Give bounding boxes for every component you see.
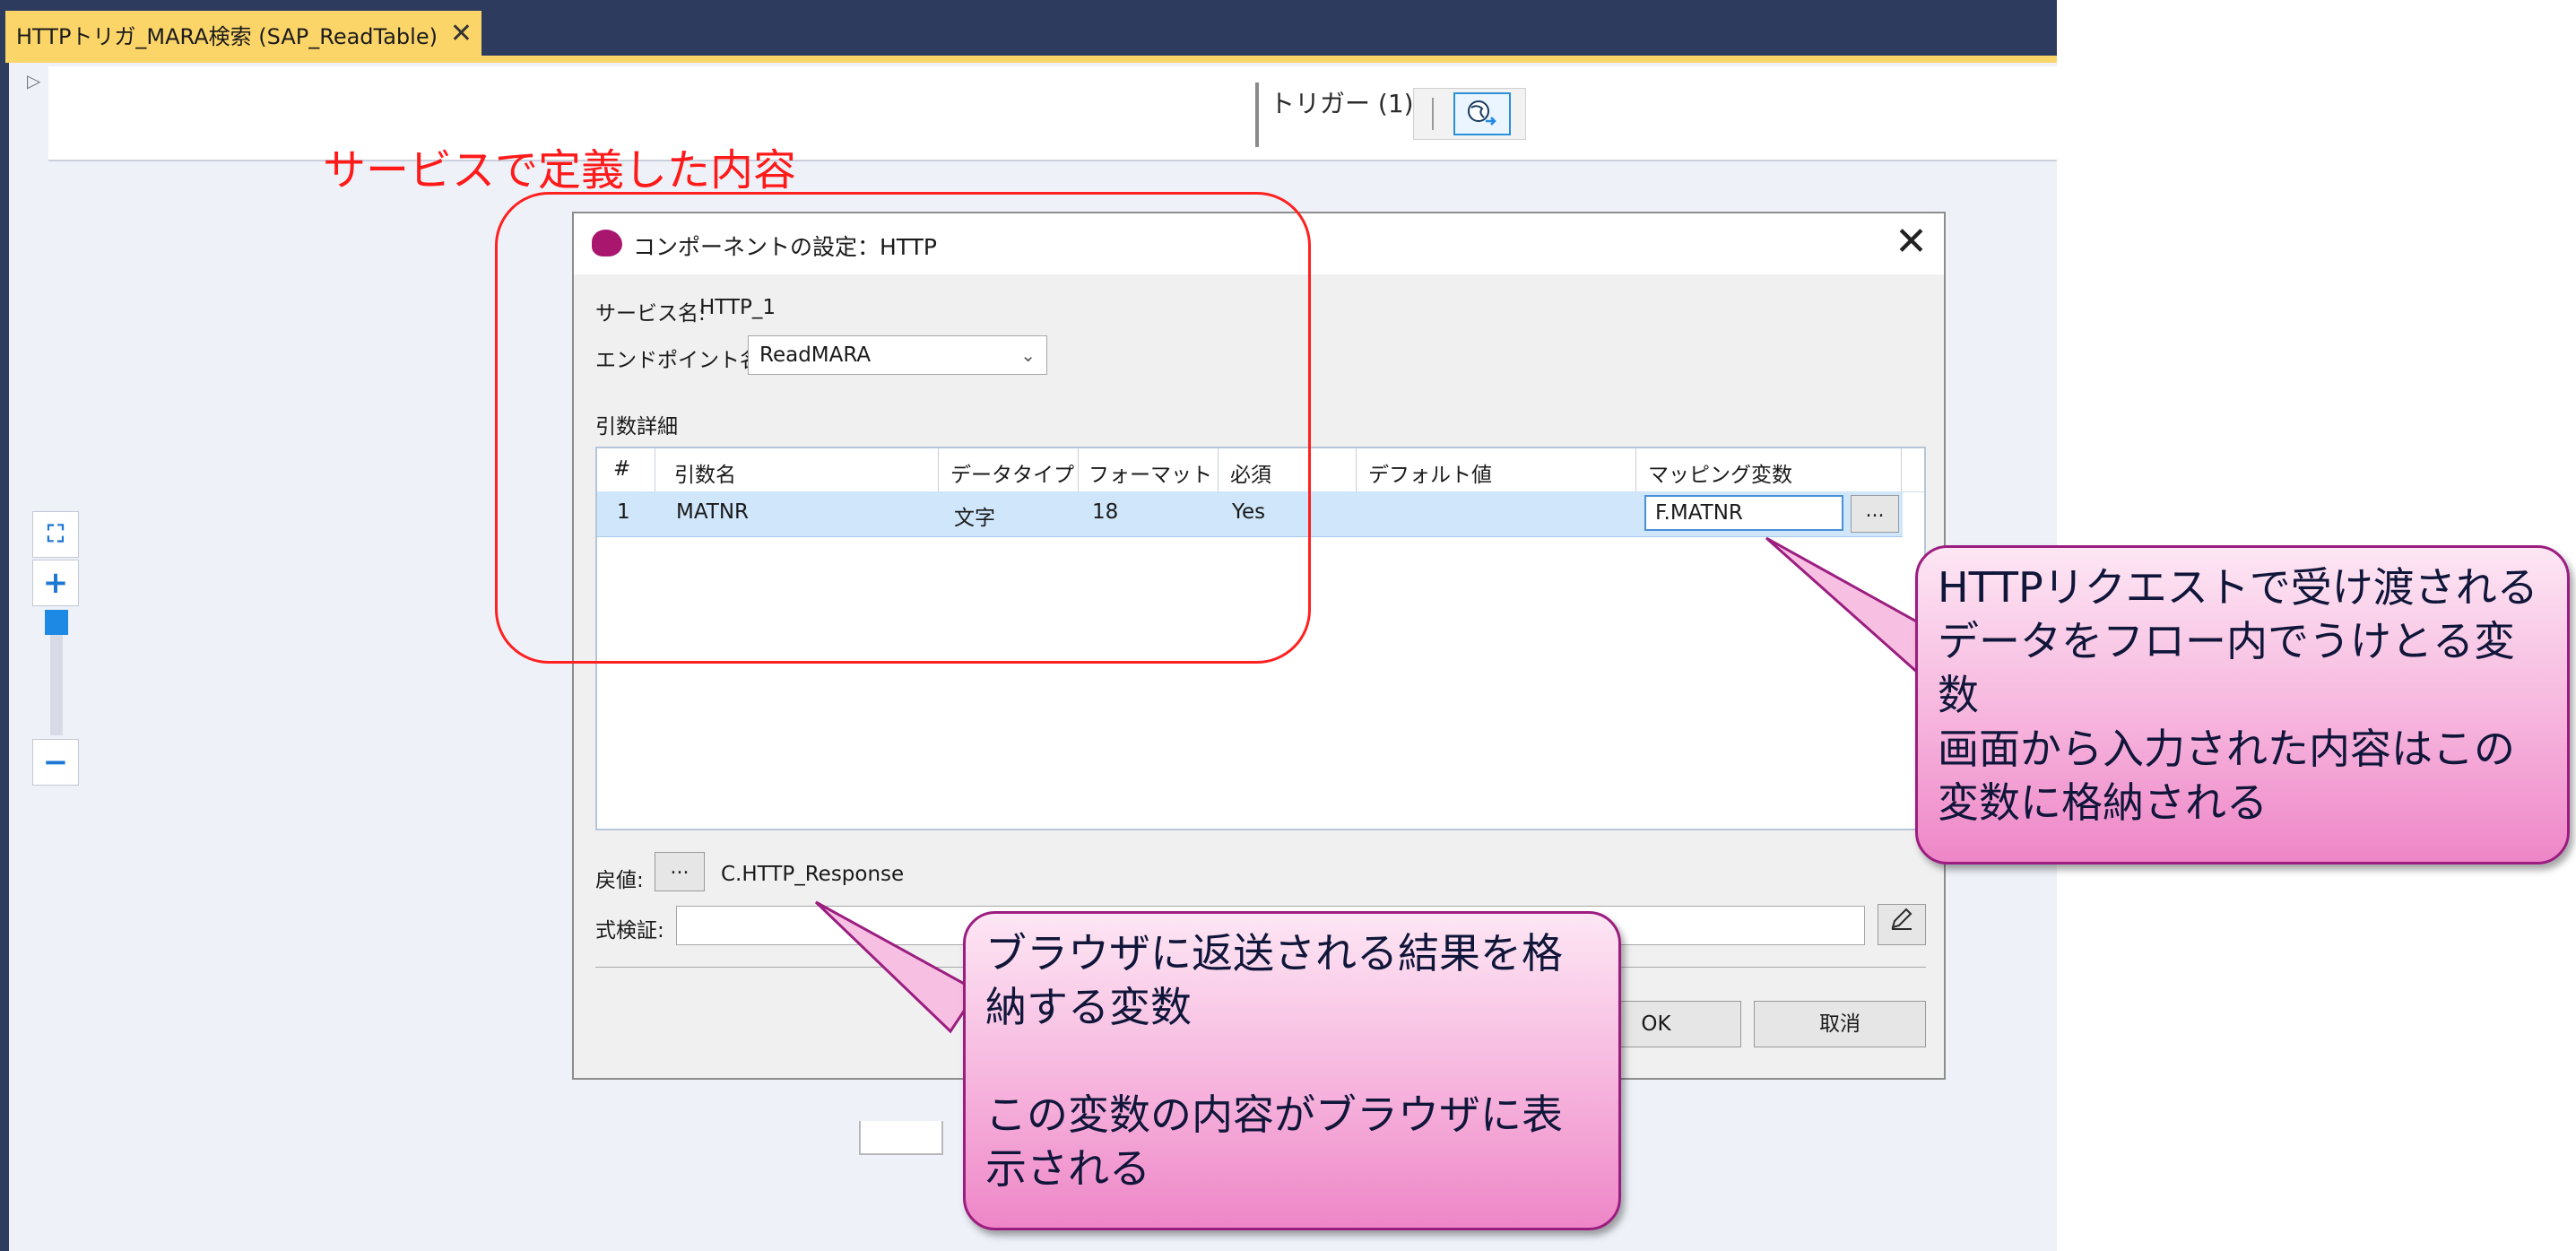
callout-bottom-pointer bbox=[814, 900, 980, 1034]
callout-return-value: ブラウザに返送される結果を格納する変数 この変数の内容がブラウザに表示される bbox=[963, 911, 1621, 1230]
callout-mapping-variable: HTTPリクエストで受け渡されるデータをフロー内でうけとる変数 画面から入力され… bbox=[1915, 545, 2570, 864]
callout-right-pointer bbox=[1765, 536, 1930, 685]
